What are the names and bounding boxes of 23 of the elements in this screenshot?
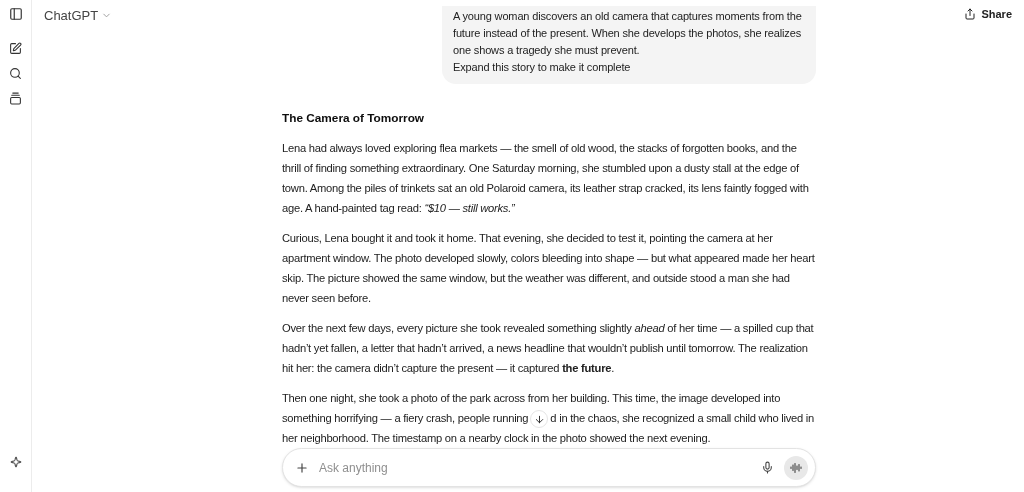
message-field[interactable]: Ask anything <box>282 448 816 487</box>
story-paragraph: Then one night, she took a photo of the park across from her building. This time, the image developed into something horrifying — a fiery crash, people running d in the chaos, she recognized a small child who lived in her neighborhood. The timestamp on a nearby clock in the photo showed the next evening. <box>282 391 816 447</box>
arrow-down-icon <box>533 413 545 425</box>
message-text: A young woman discovers an old camera that captures moments from the future instead of the present. When she develops the photos, she realizes one shows a tragedy she must prevent. <box>453 9 803 58</box>
audio-wave-icon <box>790 461 802 474</box>
message-text: Expand this story to make it complete <box>453 60 632 75</box>
share-button[interactable]: Share <box>956 6 1020 23</box>
microphone-icon[interactable] <box>761 461 774 474</box>
add-icon[interactable] <box>295 460 309 475</box>
message-input[interactable]: Ask anything <box>319 458 751 477</box>
model-selector[interactable]: ChatGPT <box>44 6 113 26</box>
new-chat-icon[interactable] <box>9 42 22 55</box>
response-title: The Camera of Tomorrow <box>282 110 426 127</box>
story-paragraph: Curious, Lena bought it and took it home. That evening, she decided to test it, pointing the camera at her apartment window. The photo developed slowly, colors bleeding into shape — but what appeared made her heart skip. The picture showed the same window, but the weather was different, and outside stood a man she had never seen before. <box>282 231 816 306</box>
share-icon <box>964 8 977 21</box>
voice-mode-button[interactable] <box>784 455 808 480</box>
story-paragraph: Lena had always loved exploring flea markets — the smell of old wood, the stacks of forgotten books, and the thrill of finding something extraordinary. One Saturday morning, she stumbled upon a dusty stall at the edge of town. Among the piles of trinkets sat an old Polaroid camera, its leather strap cracked, its lens faintly fogged with age. A hand-painted tag read: “$10 — still works.” <box>282 141 810 216</box>
story-paragraph: Over the next few days, every picture she took revealed something slightly ahead of her time — a spilled cup that hadn’t yet fallen, a letter that hadn’t arrived, a news headline that wouldn’t publish until tomorrow. The realization hit her: the camera didn’t capture the present — it captured the future. <box>282 321 815 376</box>
sparkle-icon[interactable] <box>9 456 22 468</box>
scroll-down-button[interactable] <box>530 410 549 429</box>
library-icon[interactable] <box>9 92 22 105</box>
sidebar-toggle-icon[interactable] <box>8 7 23 21</box>
search-icon[interactable] <box>9 67 22 80</box>
